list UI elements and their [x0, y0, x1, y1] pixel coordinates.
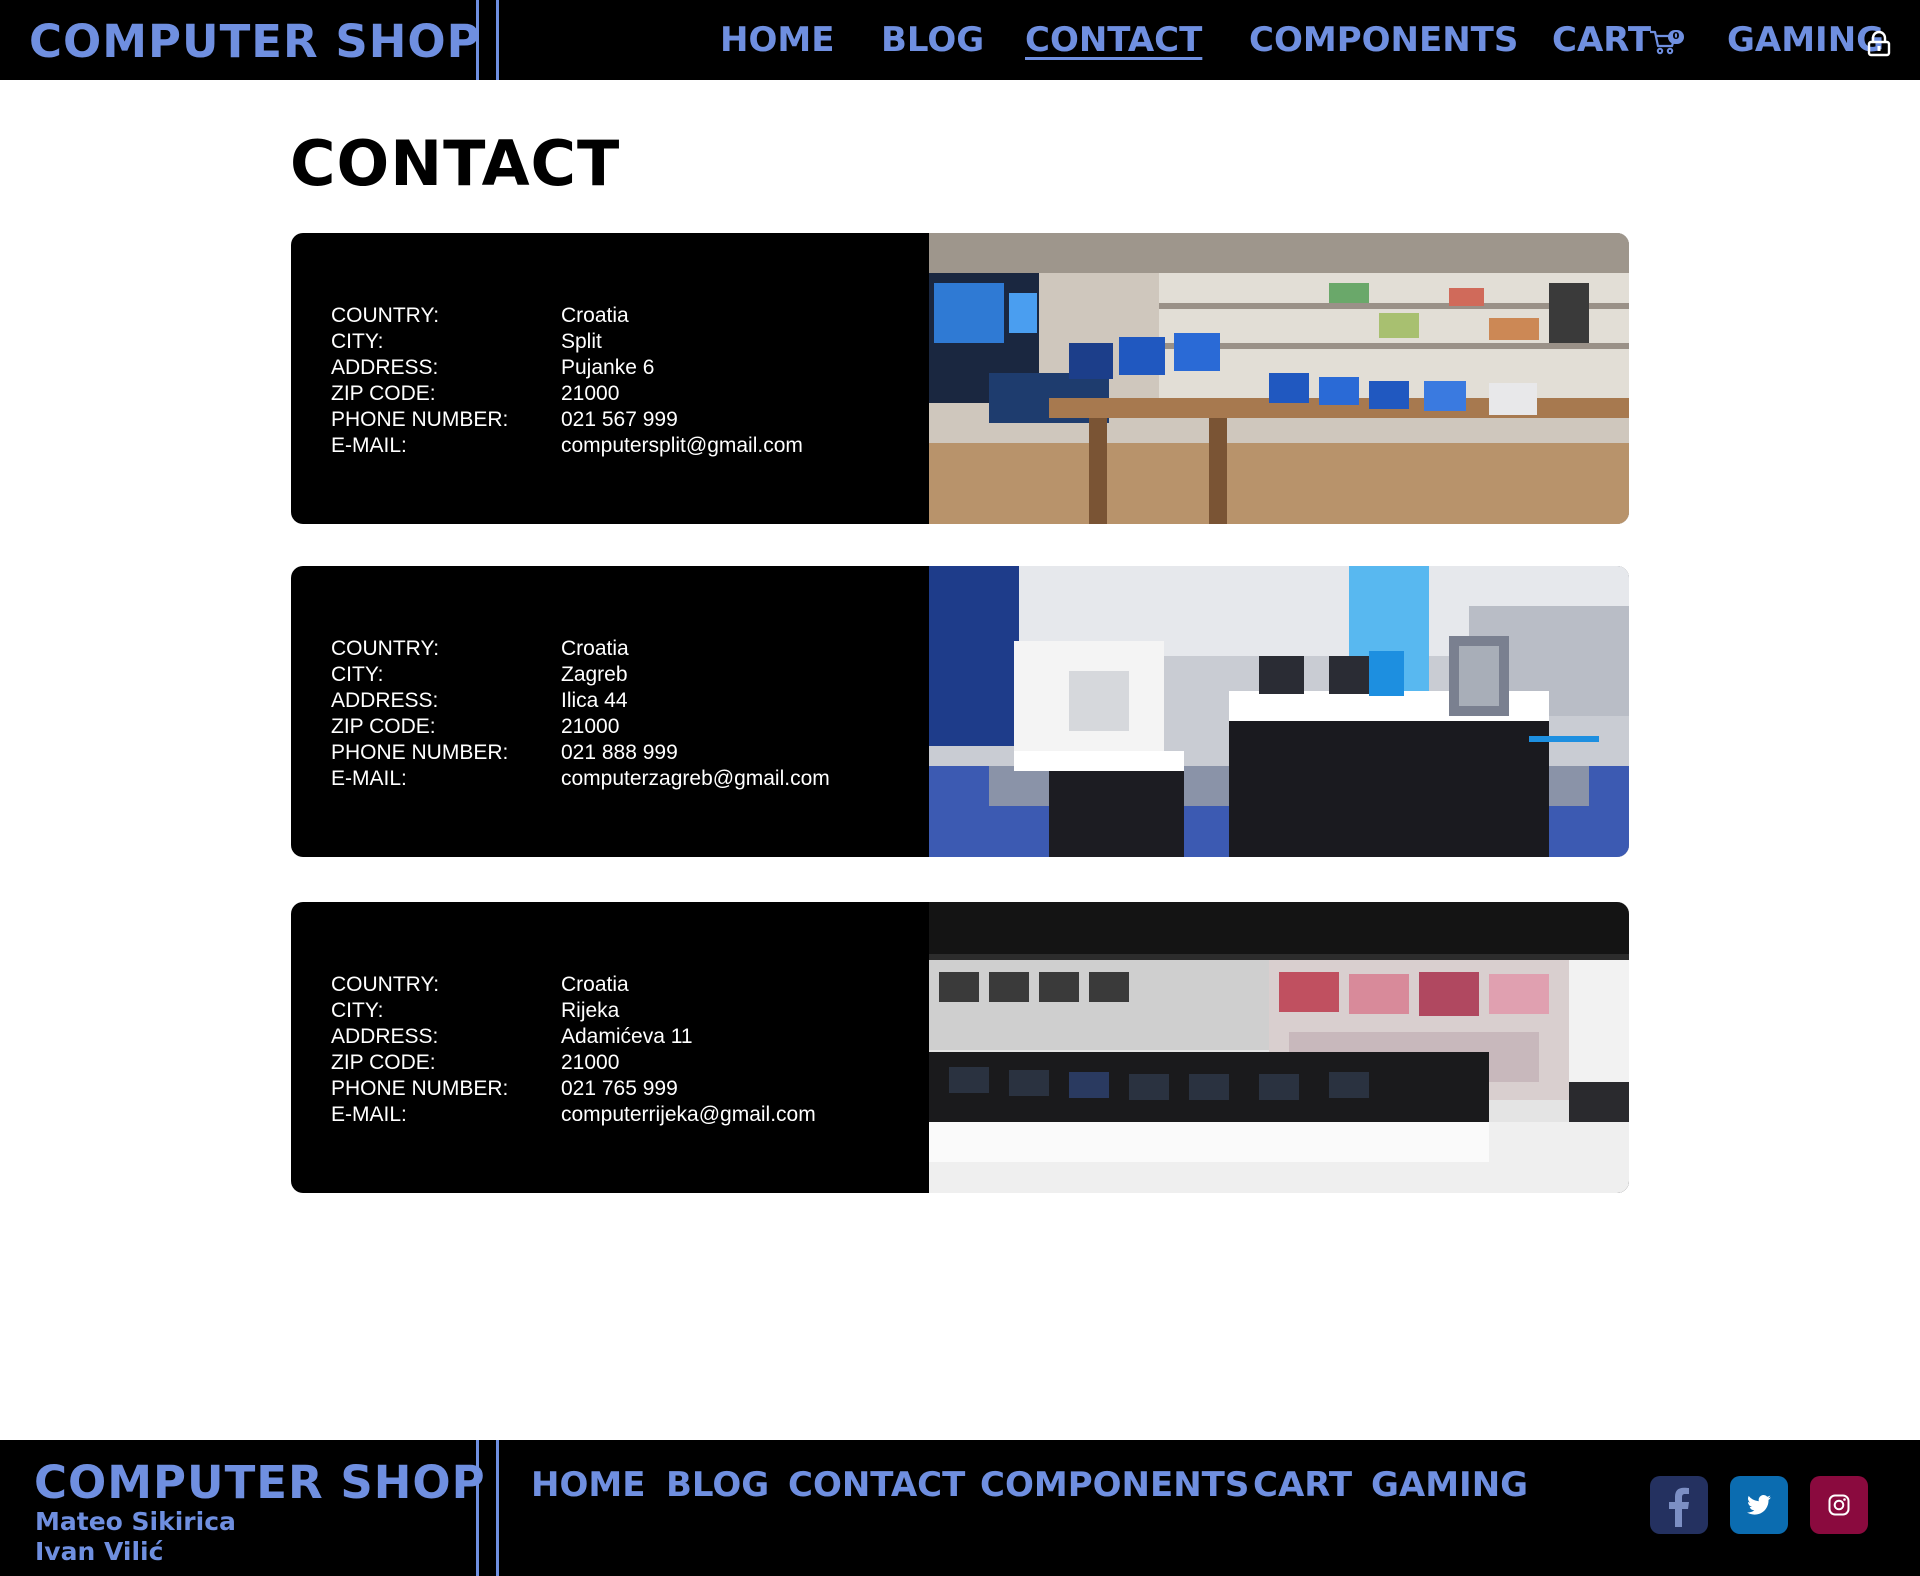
- city-row: CITY: Split: [331, 329, 803, 355]
- store-photo-zagreb: [929, 566, 1629, 857]
- author-name: Mateo Sikirica: [35, 1507, 236, 1536]
- zip-row: ZIP CODE: 21000: [331, 381, 803, 407]
- city-value: Split: [561, 330, 602, 353]
- city-label: CITY:: [331, 663, 384, 686]
- nav-components[interactable]: COMPONENTS: [1249, 20, 1518, 60]
- country-label: COUNTRY:: [331, 637, 440, 660]
- nav-gaming[interactable]: GAMING: [1727, 20, 1884, 60]
- phone-value: 021 888 999: [561, 741, 678, 764]
- country-row: COUNTRY: Croatia: [331, 303, 803, 329]
- author-name: Ivan Vilić: [35, 1537, 164, 1566]
- footer-divider-right: [496, 1440, 499, 1576]
- header-divider-right: [496, 0, 499, 80]
- store-card-split: COUNTRY: Croatia CITY: Split ADDRESS: Pu…: [291, 233, 1629, 524]
- country-value: Croatia: [561, 304, 629, 327]
- country-value: Croatia: [561, 637, 629, 660]
- instagram-button[interactable]: [1810, 1476, 1868, 1534]
- footer-link-contact[interactable]: CONTACT: [788, 1465, 965, 1505]
- email-label: E-MAIL:: [331, 434, 407, 457]
- address-row: ADDRESS: Pujanke 6: [331, 355, 803, 381]
- footer-link-cart[interactable]: CART: [1253, 1465, 1352, 1505]
- country-label: COUNTRY:: [331, 304, 440, 327]
- phone-label: PHONE NUMBER:: [331, 408, 509, 431]
- header-divider-left: [476, 0, 479, 80]
- zip-label: ZIP CODE:: [331, 382, 436, 405]
- email-row: E-MAIL: computerzagreb@gmail.com: [331, 766, 830, 792]
- email-value[interactable]: computersplit@gmail.com: [561, 433, 803, 459]
- address-label: ADDRESS:: [331, 689, 439, 712]
- instagram-icon: [1828, 1494, 1850, 1516]
- country-value: Croatia: [561, 973, 629, 996]
- footer-link-components[interactable]: COMPONENTS: [980, 1465, 1249, 1505]
- zip-label: ZIP CODE:: [331, 1051, 436, 1074]
- store-card-rijeka: COUNTRY: Croatia CITY: Rijeka ADDRESS: A…: [291, 902, 1629, 1193]
- site-logo[interactable]: COMPUTER SHOP: [29, 15, 481, 68]
- address-label: ADDRESS:: [331, 356, 439, 379]
- phone-row: PHONE NUMBER: 021 765 999: [331, 1076, 816, 1102]
- nav-contact[interactable]: CONTACT: [1025, 20, 1202, 60]
- country-label: COUNTRY:: [331, 973, 440, 996]
- phone-row: PHONE NUMBER: 021 567 999: [331, 407, 803, 433]
- zip-label: ZIP CODE:: [331, 715, 436, 738]
- store-info: COUNTRY: Croatia CITY: Zagreb ADDRESS: I…: [331, 636, 830, 792]
- city-label: CITY:: [331, 999, 384, 1022]
- lock-icon: [1867, 30, 1891, 57]
- phone-value: 021 567 999: [561, 408, 678, 431]
- phone-label: PHONE NUMBER:: [331, 741, 509, 764]
- cart-count-badge: 0: [1668, 30, 1684, 44]
- address-value: Ilica 44: [561, 689, 628, 712]
- nav-cart[interactable]: CART: [1552, 20, 1651, 60]
- email-label: E-MAIL:: [331, 1103, 407, 1126]
- address-row: ADDRESS: Ilica 44: [331, 688, 830, 714]
- zip-value: 21000: [561, 715, 620, 738]
- phone-label: PHONE NUMBER:: [331, 1077, 509, 1100]
- zip-row: ZIP CODE: 21000: [331, 714, 830, 740]
- country-row: COUNTRY: Croatia: [331, 636, 830, 662]
- email-value[interactable]: computerzagreb@gmail.com: [561, 766, 830, 792]
- footer-link-blog[interactable]: BLOG: [666, 1465, 769, 1505]
- email-row: E-MAIL: computerrijeka@gmail.com: [331, 1102, 816, 1128]
- store-info: COUNTRY: Croatia CITY: Rijeka ADDRESS: A…: [331, 972, 816, 1128]
- city-label: CITY:: [331, 330, 384, 353]
- nav-home[interactable]: HOME: [720, 20, 834, 60]
- address-label: ADDRESS:: [331, 1025, 439, 1048]
- city-value: Rijeka: [561, 999, 620, 1022]
- email-row: E-MAIL: computersplit@gmail.com: [331, 433, 803, 459]
- zip-value: 21000: [561, 382, 620, 405]
- city-row: CITY: Rijeka: [331, 998, 816, 1024]
- footer-link-gaming[interactable]: GAMING: [1371, 1465, 1528, 1505]
- city-value: Zagreb: [561, 663, 628, 686]
- email-value[interactable]: computerrijeka@gmail.com: [561, 1102, 816, 1128]
- nav-blog[interactable]: BLOG: [881, 20, 984, 60]
- email-label: E-MAIL:: [331, 767, 407, 790]
- footer-divider-left: [476, 1440, 479, 1576]
- zip-row: ZIP CODE: 21000: [331, 1050, 816, 1076]
- footer-link-home[interactable]: HOME: [531, 1465, 645, 1505]
- address-row: ADDRESS: Adamićeva 11: [331, 1024, 816, 1050]
- site-footer: COMPUTER SHOP Mateo Sikirica Ivan Vilić …: [0, 1440, 1920, 1576]
- address-value: Pujanke 6: [561, 356, 655, 379]
- twitter-button[interactable]: [1730, 1476, 1788, 1534]
- facebook-icon: [1669, 1487, 1689, 1527]
- site-header: COMPUTER SHOP HOME BLOG CONTACT COMPONEN…: [0, 0, 1920, 80]
- store-card-zagreb: COUNTRY: Croatia CITY: Zagreb ADDRESS: I…: [291, 566, 1629, 857]
- zip-value: 21000: [561, 1051, 620, 1074]
- city-row: CITY: Zagreb: [331, 662, 830, 688]
- phone-row: PHONE NUMBER: 021 888 999: [331, 740, 830, 766]
- page-title: CONTACT: [290, 127, 621, 200]
- phone-value: 021 765 999: [561, 1077, 678, 1100]
- store-photo-rijeka: [929, 902, 1629, 1193]
- footer-logo[interactable]: COMPUTER SHOP: [34, 1456, 486, 1509]
- facebook-button[interactable]: [1650, 1476, 1708, 1534]
- address-value: Adamićeva 11: [561, 1025, 693, 1048]
- store-photo-split: [929, 233, 1629, 524]
- country-row: COUNTRY: Croatia: [331, 972, 816, 998]
- twitter-icon: [1747, 1495, 1771, 1515]
- store-info: COUNTRY: Croatia CITY: Split ADDRESS: Pu…: [331, 303, 803, 459]
